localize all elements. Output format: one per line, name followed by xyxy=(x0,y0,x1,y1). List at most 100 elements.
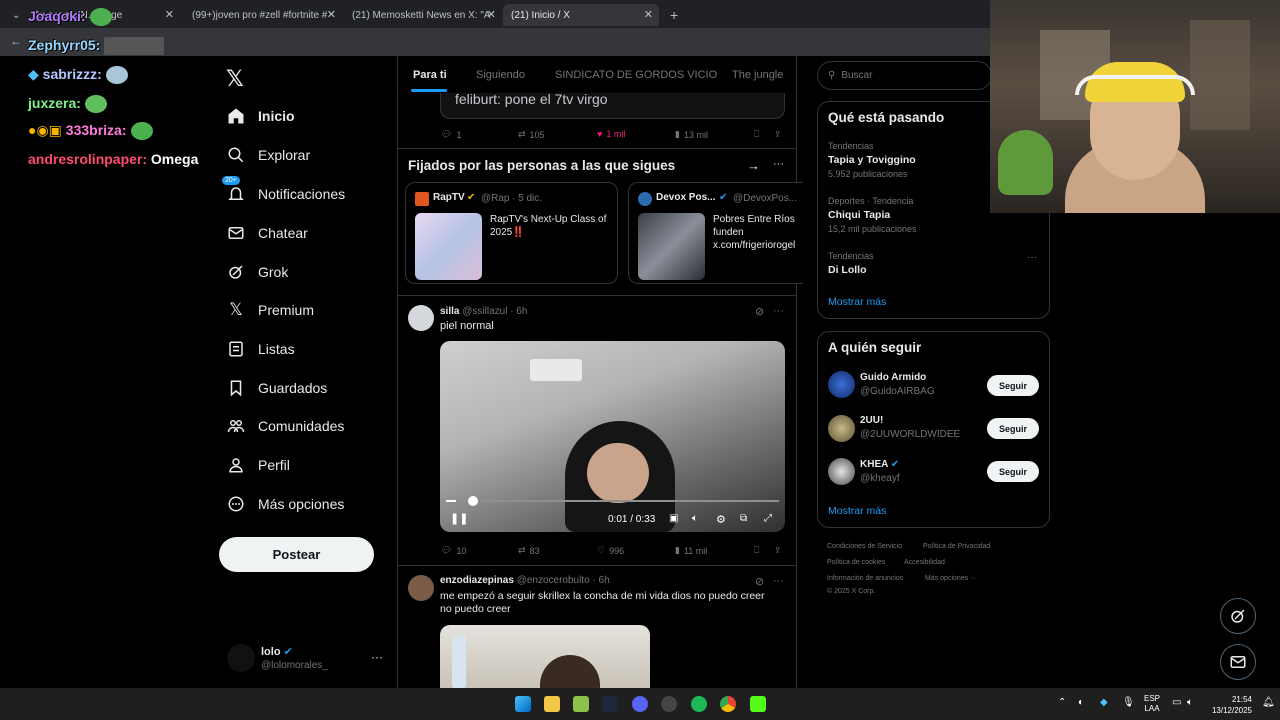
arrow-right-icon[interactable]: → xyxy=(747,158,760,173)
search-input[interactable]: ⚲ Buscar xyxy=(817,61,992,90)
close-icon[interactable]: ✕ xyxy=(487,8,496,21)
suggested-user-handle[interactable]: @2UUWORLDWIDEE xyxy=(860,429,960,440)
nav-item-notificaciones[interactable]: 20+ Notificaciones xyxy=(222,176,345,209)
footer-link[interactable]: Política de Privacidad xyxy=(923,543,990,550)
tab-para-ti[interactable]: Para ti xyxy=(413,69,447,81)
tray-icon[interactable]: ◆ xyxy=(1100,697,1108,708)
avatar[interactable] xyxy=(828,415,855,442)
new-tab-button[interactable]: + xyxy=(662,4,680,26)
tab-the-jungle[interactable]: The jungle xyxy=(732,69,783,81)
chrome-icon[interactable] xyxy=(720,696,736,712)
post-author[interactable]: enzodiazepinas xyxy=(440,575,514,586)
nav-item-explorar[interactable]: Explorar xyxy=(226,140,310,170)
suggested-user-handle[interactable]: @kheayf xyxy=(860,473,900,484)
discord-icon[interactable] xyxy=(632,696,648,712)
captions-icon[interactable]: ▣ xyxy=(669,513,678,524)
grok-floating-button[interactable] xyxy=(1220,598,1256,634)
follow-button[interactable]: Seguir xyxy=(987,461,1039,482)
steam-icon[interactable] xyxy=(602,696,618,712)
reply-button[interactable]: 💬︎ 1 xyxy=(441,129,461,140)
monitor-icon[interactable]: ▭ xyxy=(1172,697,1181,708)
more-icon[interactable]: ··· xyxy=(1027,252,1037,263)
settings-icon[interactable]: ⚙ xyxy=(716,513,726,526)
more-icon[interactable]: ··· xyxy=(371,650,383,664)
suggested-user-name[interactable]: Guido Armido xyxy=(860,372,926,383)
nav-item-comunidades[interactable]: Comunidades xyxy=(226,411,344,441)
post-button[interactable]: Postear xyxy=(219,537,374,572)
account-menu[interactable]: lolo ✔ xyxy=(261,645,293,658)
like-button[interactable]: ♥ 1 mil xyxy=(597,129,625,139)
video-scrubber-handle[interactable] xyxy=(468,496,478,506)
like-button[interactable]: ♡ 996 xyxy=(597,545,624,556)
reply-button[interactable]: 💬︎ 10 xyxy=(441,545,466,556)
app-icon[interactable] xyxy=(573,696,589,712)
nav-item-guardados[interactable]: Guardados xyxy=(226,373,327,403)
avatar[interactable] xyxy=(828,458,855,485)
footer-link[interactable]: Información de anuncios xyxy=(827,575,903,582)
language-indicator[interactable]: ESP LAA xyxy=(1144,694,1160,714)
repost-button[interactable]: ⇄ 105 xyxy=(518,129,545,140)
microphone-icon[interactable]: 🎙︎ xyxy=(1122,697,1135,708)
nav-item-inicio[interactable]: Inicio xyxy=(226,101,295,131)
browser-tab[interactable]: (21) Memosketti News en X: "A ✕ xyxy=(344,4,502,26)
pinned-card[interactable]: RapTV ✔ @Rap · 5 dic. RapTV's Next-Up Cl… xyxy=(405,182,618,284)
spotify-icon[interactable] xyxy=(691,696,707,712)
show-more-link[interactable]: Mostrar más xyxy=(828,296,886,308)
clock[interactable]: 21:54 13/12/2025 xyxy=(1206,694,1252,716)
close-icon[interactable]: ✕ xyxy=(165,8,174,21)
tab-sindicato[interactable]: SINDICATO DE GORDOS VICIO xyxy=(555,69,717,81)
suggested-user-name[interactable]: 2UU! xyxy=(860,415,883,426)
show-more-link[interactable]: Mostrar más xyxy=(828,505,886,517)
back-arrow-icon[interactable]: ← xyxy=(10,34,22,48)
footer-link[interactable]: Política de cookies xyxy=(827,559,885,566)
footer-link[interactable]: Condiciones de Servicio xyxy=(827,543,902,550)
suggested-user-handle[interactable]: @GuidoAIRBAG xyxy=(860,386,935,397)
volume-icon[interactable]: 🔈︎ xyxy=(1187,697,1193,708)
share-icon[interactable]: ⇪ xyxy=(774,545,782,556)
pip-icon[interactable]: ⧉ xyxy=(740,513,747,524)
repost-button[interactable]: ⇄ 83 xyxy=(518,545,540,556)
video-progress-track[interactable] xyxy=(446,496,779,506)
x-logo-icon[interactable]: 𝕏 xyxy=(226,66,244,92)
notification-bell-icon[interactable]: 🔔︎ xyxy=(1262,697,1275,708)
tab-siguiendo[interactable]: Siguiendo xyxy=(476,69,525,81)
tray-icon[interactable]: ◐ xyxy=(1078,697,1084,708)
bookmark-icon[interactable]: ⎕ xyxy=(754,129,759,140)
chevron-up-icon[interactable]: ⌃ xyxy=(1058,697,1066,708)
follow-button[interactable]: Seguir xyxy=(987,375,1039,396)
nav-item-perfil[interactable]: Perfil xyxy=(226,450,290,480)
post-time[interactable]: · 6h xyxy=(510,306,527,317)
tab-list-button[interactable]: ⌄ xyxy=(4,4,22,26)
kick-icon[interactable] xyxy=(750,696,766,712)
browser-tab-active[interactable]: (21) Inicio / X ✕ xyxy=(503,4,659,26)
more-icon[interactable]: ··· xyxy=(773,575,784,587)
browser-tab[interactable]: (99+)joven pro #zell #fortnite # ✕ xyxy=(184,4,342,26)
footer-link[interactable]: Accesibilidad xyxy=(904,559,945,566)
avatar[interactable] xyxy=(828,371,855,398)
file-explorer-icon[interactable] xyxy=(544,696,560,712)
more-icon[interactable]: ··· xyxy=(773,158,784,170)
pause-icon[interactable]: ❚❚ xyxy=(450,512,468,525)
nav-item-premium[interactable]: 𝕏 Premium xyxy=(226,295,314,325)
suggested-user[interactable]: KHEA ✔ xyxy=(860,459,899,470)
nav-item-listas[interactable]: Listas xyxy=(226,334,295,364)
nav-item-grok[interactable]: Grok xyxy=(226,257,288,287)
views-button[interactable]: ▮ 13 mil xyxy=(675,129,708,140)
views-button[interactable]: ▮ 11 mil xyxy=(675,545,707,556)
grok-icon[interactable]: ⊘ xyxy=(755,575,764,588)
post-handle[interactable]: @enzocerobulto xyxy=(517,575,590,586)
video-player[interactable]: ❚❚ 0:01 / 0:33 ▣ 🔈︎ ⚙ ⧉ ⤢ xyxy=(440,341,785,532)
footer-link[interactable]: Más opciones ··· xyxy=(925,575,977,582)
messages-floating-button[interactable] xyxy=(1220,644,1256,680)
close-icon[interactable]: ✕ xyxy=(644,8,653,21)
nav-item-mas-opciones[interactable]: Más opciones xyxy=(226,489,344,519)
post-time[interactable]: · 6h xyxy=(592,575,609,586)
pinned-card[interactable]: Devox Pos... ✔ @DevoxPos... Pobres Entre… xyxy=(628,182,803,284)
avatar[interactable] xyxy=(227,644,255,672)
quoted-post[interactable]: feliburt: pone el 7tv virgo xyxy=(440,91,785,119)
volume-icon[interactable]: 🔈︎ xyxy=(692,513,698,524)
windows-start-icon[interactable] xyxy=(515,696,531,712)
fullscreen-icon[interactable]: ⤢ xyxy=(764,513,772,524)
post-image[interactable] xyxy=(440,625,650,688)
share-icon[interactable]: ⇪ xyxy=(774,129,782,140)
